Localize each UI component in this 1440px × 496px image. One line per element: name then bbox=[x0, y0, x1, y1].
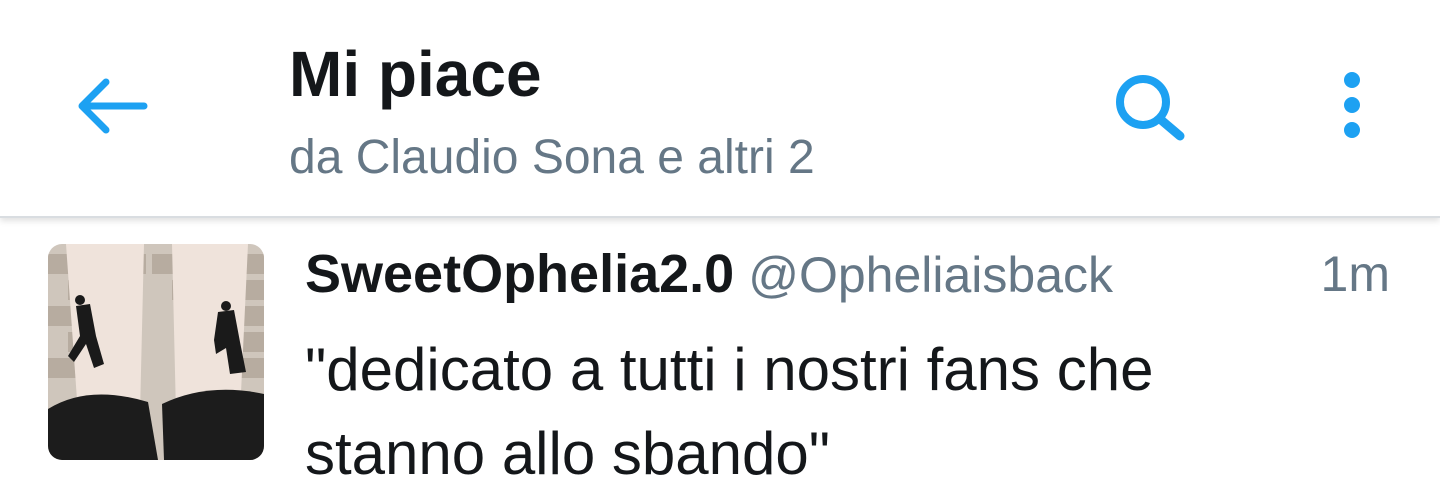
avatar-image bbox=[48, 244, 264, 460]
tweet-item[interactable]: SweetOphelia2.0 @Opheliaisback 1m "dedica… bbox=[0, 218, 1440, 487]
search-button[interactable] bbox=[1108, 70, 1194, 146]
page-title: Mi piace bbox=[289, 38, 542, 110]
tweet-header: SweetOphelia2.0 @Opheliaisback bbox=[305, 242, 1113, 320]
search-icon bbox=[1116, 75, 1185, 141]
top-app-bar: Mi piace da Claudio Sona e altri 2 bbox=[0, 0, 1440, 218]
author-name[interactable]: SweetOphelia2.0 bbox=[305, 244, 734, 304]
avatar[interactable] bbox=[48, 244, 264, 460]
tweet-text: "dedicato a tutti i nostri fans che stan… bbox=[305, 336, 1154, 487]
page-subtitle: da Claudio Sona e altri 2 bbox=[289, 131, 815, 184]
more-vertical-icon bbox=[1344, 72, 1360, 138]
tweet-timestamp: 1m bbox=[1320, 246, 1390, 302]
arrow-left-icon bbox=[78, 78, 148, 134]
back-button[interactable] bbox=[72, 66, 156, 150]
author-handle: @Opheliaisback bbox=[748, 247, 1114, 303]
more-options-button[interactable] bbox=[1328, 68, 1376, 146]
